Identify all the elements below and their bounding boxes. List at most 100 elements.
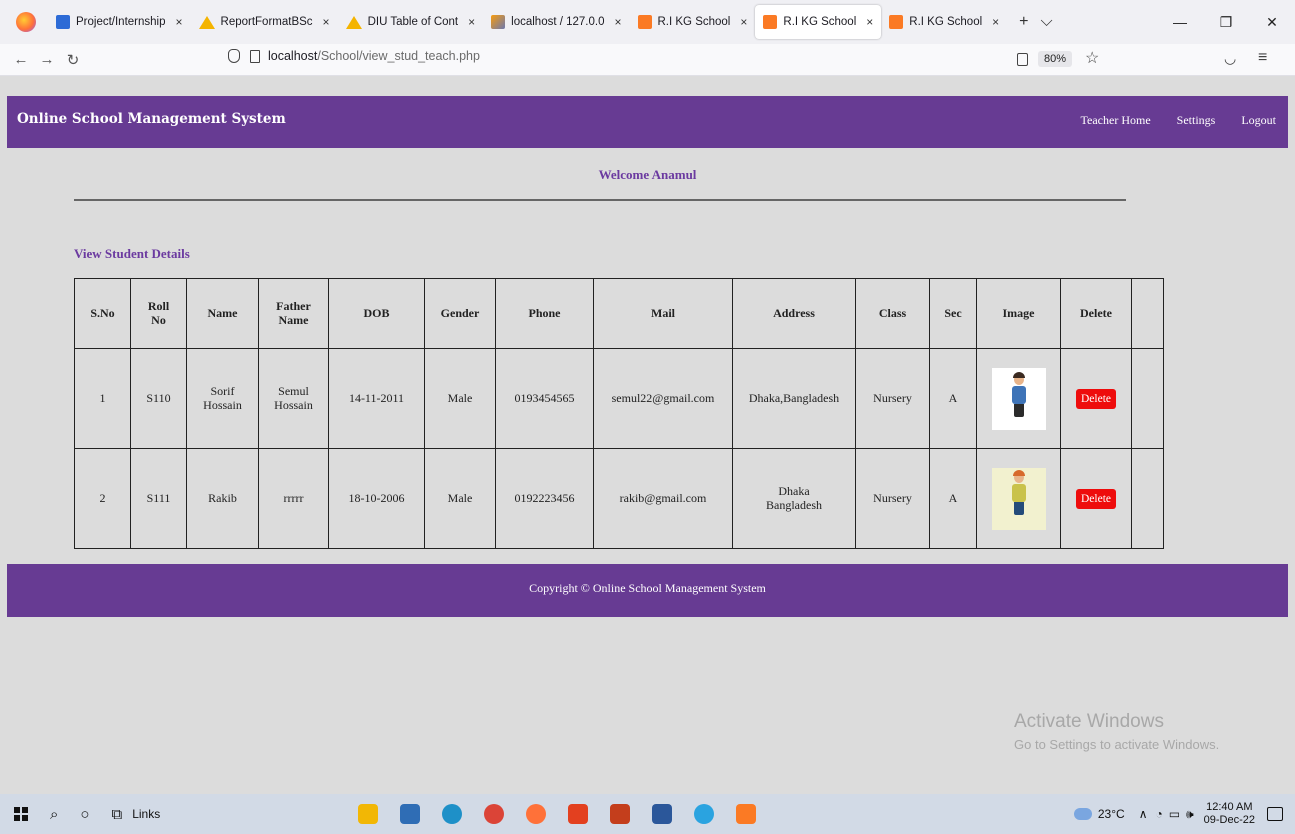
delete-button[interactable]: Delete bbox=[1075, 388, 1116, 409]
cell-phone: 0192223456 bbox=[495, 448, 594, 549]
cortana-circle-icon[interactable]: ○ bbox=[80, 806, 89, 823]
col-header-image: Image bbox=[976, 278, 1061, 349]
col-header-sno: S.No bbox=[74, 278, 131, 349]
edge-icon[interactable] bbox=[442, 804, 462, 824]
table-row: 1 S110 Sorif Hossain Semul Hossain 14-11… bbox=[74, 348, 1164, 449]
tab-close-icon[interactable]: × bbox=[866, 15, 873, 29]
file-explorer-icon[interactable] bbox=[358, 804, 378, 824]
network-icon[interactable]: ◔ bbox=[1155, 807, 1162, 821]
tray-chevron-icon[interactable]: ∧ bbox=[1139, 807, 1148, 821]
telegram-icon[interactable] bbox=[694, 804, 714, 824]
url-bar[interactable]: localhost/School/view_stud_teach.php bbox=[228, 49, 480, 63]
battery-icon[interactable]: ▭ bbox=[1169, 807, 1180, 821]
cell-sec: A bbox=[929, 448, 977, 549]
task-view-icon[interactable]: ⧉ bbox=[111, 806, 122, 823]
office-icon[interactable] bbox=[568, 804, 588, 824]
table-row: 2 S111 Rakib rrrrr 18-10-2006 Male 01922… bbox=[74, 448, 1164, 549]
restore-icon[interactable]: ❐ bbox=[1203, 14, 1249, 31]
cell-class: Nursery bbox=[855, 348, 930, 449]
temperature[interactable]: 23°C bbox=[1098, 807, 1125, 821]
nav-teacher-home[interactable]: Teacher Home bbox=[1081, 113, 1151, 128]
site-header: Online School Management System Teacher … bbox=[7, 96, 1288, 148]
tab-close-icon[interactable]: × bbox=[992, 15, 999, 29]
tab-report-format[interactable]: ReportFormatBSc × bbox=[191, 5, 338, 39]
col-header-extra bbox=[1131, 278, 1164, 349]
page-info-icon[interactable] bbox=[250, 49, 260, 63]
store-icon[interactable] bbox=[400, 804, 420, 824]
site-brand[interactable]: Online School Management System bbox=[17, 111, 286, 127]
xampp-icon[interactable] bbox=[736, 804, 756, 824]
col-header-sec: Sec bbox=[929, 278, 977, 349]
cell-address: Dhaka Bangladesh bbox=[732, 448, 856, 549]
search-icon[interactable]: ⌕ bbox=[50, 806, 58, 823]
close-window-icon[interactable]: ✕ bbox=[1249, 14, 1295, 31]
col-header-roll: Roll No bbox=[130, 278, 187, 349]
firefox-logo-icon[interactable] bbox=[16, 12, 36, 32]
tab-close-icon[interactable]: × bbox=[468, 15, 475, 29]
tab-close-icon[interactable]: × bbox=[176, 15, 183, 29]
reader-view-icon[interactable] bbox=[1017, 53, 1028, 66]
col-header-father: Father Name bbox=[258, 278, 329, 349]
cell-roll: S110 bbox=[130, 348, 187, 449]
tab-label: Project/Internship bbox=[76, 16, 166, 28]
bookmark-star-icon[interactable]: ☆ bbox=[1085, 48, 1099, 68]
cell-father-text: Semul Hossain bbox=[274, 384, 313, 412]
col-header-name: Name bbox=[186, 278, 259, 349]
tab-project-internship[interactable]: Project/Internship × bbox=[48, 5, 191, 39]
cell-gender: Male bbox=[424, 348, 496, 449]
tab-school-1[interactable]: R.I KG School × bbox=[630, 5, 756, 39]
url-path: /School/view_stud_teach.php bbox=[317, 49, 480, 63]
clock[interactable]: 12:40 AM 09-Dec-22 bbox=[1204, 801, 1255, 827]
firefox-icon[interactable] bbox=[526, 804, 546, 824]
volume-icon[interactable]: 🕪 bbox=[1186, 807, 1194, 822]
tab-diu-table[interactable]: DIU Table of Cont × bbox=[338, 5, 484, 39]
delete-button[interactable]: Delete bbox=[1075, 488, 1116, 509]
tab-close-icon[interactable]: × bbox=[323, 15, 330, 29]
col-header-address: Address bbox=[732, 278, 856, 349]
weather-icon[interactable] bbox=[1073, 808, 1092, 820]
chrome-icon[interactable] bbox=[484, 804, 504, 824]
hamburger-menu-icon[interactable]: ≡ bbox=[1258, 49, 1267, 67]
tab-label: R.I KG School bbox=[783, 16, 857, 28]
powerpoint-icon[interactable] bbox=[610, 804, 630, 824]
cell-image bbox=[976, 448, 1061, 549]
tab-close-icon[interactable]: × bbox=[740, 15, 747, 29]
col-header-gender: Gender bbox=[424, 278, 496, 349]
tab-label: ReportFormatBSc bbox=[220, 16, 313, 28]
links-toolbar[interactable]: Links bbox=[132, 807, 160, 821]
cell-name: Sorif Hossain bbox=[186, 348, 259, 449]
tab-school-3[interactable]: R.I KG School × bbox=[881, 5, 1007, 39]
new-tab-plus-icon[interactable]: + bbox=[1019, 13, 1028, 31]
cell-sec: A bbox=[929, 348, 977, 449]
tracking-shield-icon[interactable] bbox=[228, 49, 240, 63]
back-arrow-icon[interactable]: ← bbox=[10, 51, 32, 68]
windows-start-icon[interactable] bbox=[14, 807, 28, 821]
cell-dob: 18-10-2006 bbox=[328, 448, 425, 549]
cell-address-text: Dhaka Bangladesh bbox=[766, 484, 822, 512]
list-tabs-chevron-icon[interactable]: ⌵ bbox=[1041, 13, 1053, 31]
tab-localhost-phpmyadmin[interactable]: localhost / 127.0.0 × bbox=[483, 5, 629, 39]
welcome-message: Welcome Anamul bbox=[598, 167, 697, 182]
phpmyadmin-icon bbox=[491, 15, 506, 29]
watermark-title: Activate Windows bbox=[1014, 711, 1164, 732]
pocket-icon[interactable]: ◡ bbox=[1224, 50, 1236, 67]
cell-gender: Male bbox=[424, 448, 496, 549]
forward-arrow-icon[interactable]: → bbox=[36, 51, 58, 68]
cell-name: Rakib bbox=[186, 448, 259, 549]
tab-label: localhost / 127.0.0 bbox=[511, 16, 605, 28]
col-header-mail: Mail bbox=[593, 278, 733, 349]
student-figure-icon bbox=[1011, 371, 1026, 417]
tab-school-active[interactable]: R.I KG School × bbox=[755, 5, 882, 39]
zoom-level-badge[interactable]: 80% bbox=[1038, 51, 1073, 67]
student-photo bbox=[991, 467, 1046, 530]
word-icon[interactable] bbox=[652, 804, 672, 824]
nav-settings[interactable]: Settings bbox=[1177, 113, 1216, 128]
col-header-roll-label: Roll No bbox=[147, 299, 170, 327]
nav-logout[interactable]: Logout bbox=[1241, 113, 1276, 128]
cell-sno: 2 bbox=[74, 448, 131, 549]
notifications-icon[interactable] bbox=[1267, 807, 1283, 821]
reload-icon[interactable]: ↻ bbox=[62, 51, 84, 69]
tab-close-icon[interactable]: × bbox=[614, 15, 621, 29]
minimize-icon[interactable]: — bbox=[1157, 14, 1203, 30]
col-header-dob: DOB bbox=[328, 278, 425, 349]
